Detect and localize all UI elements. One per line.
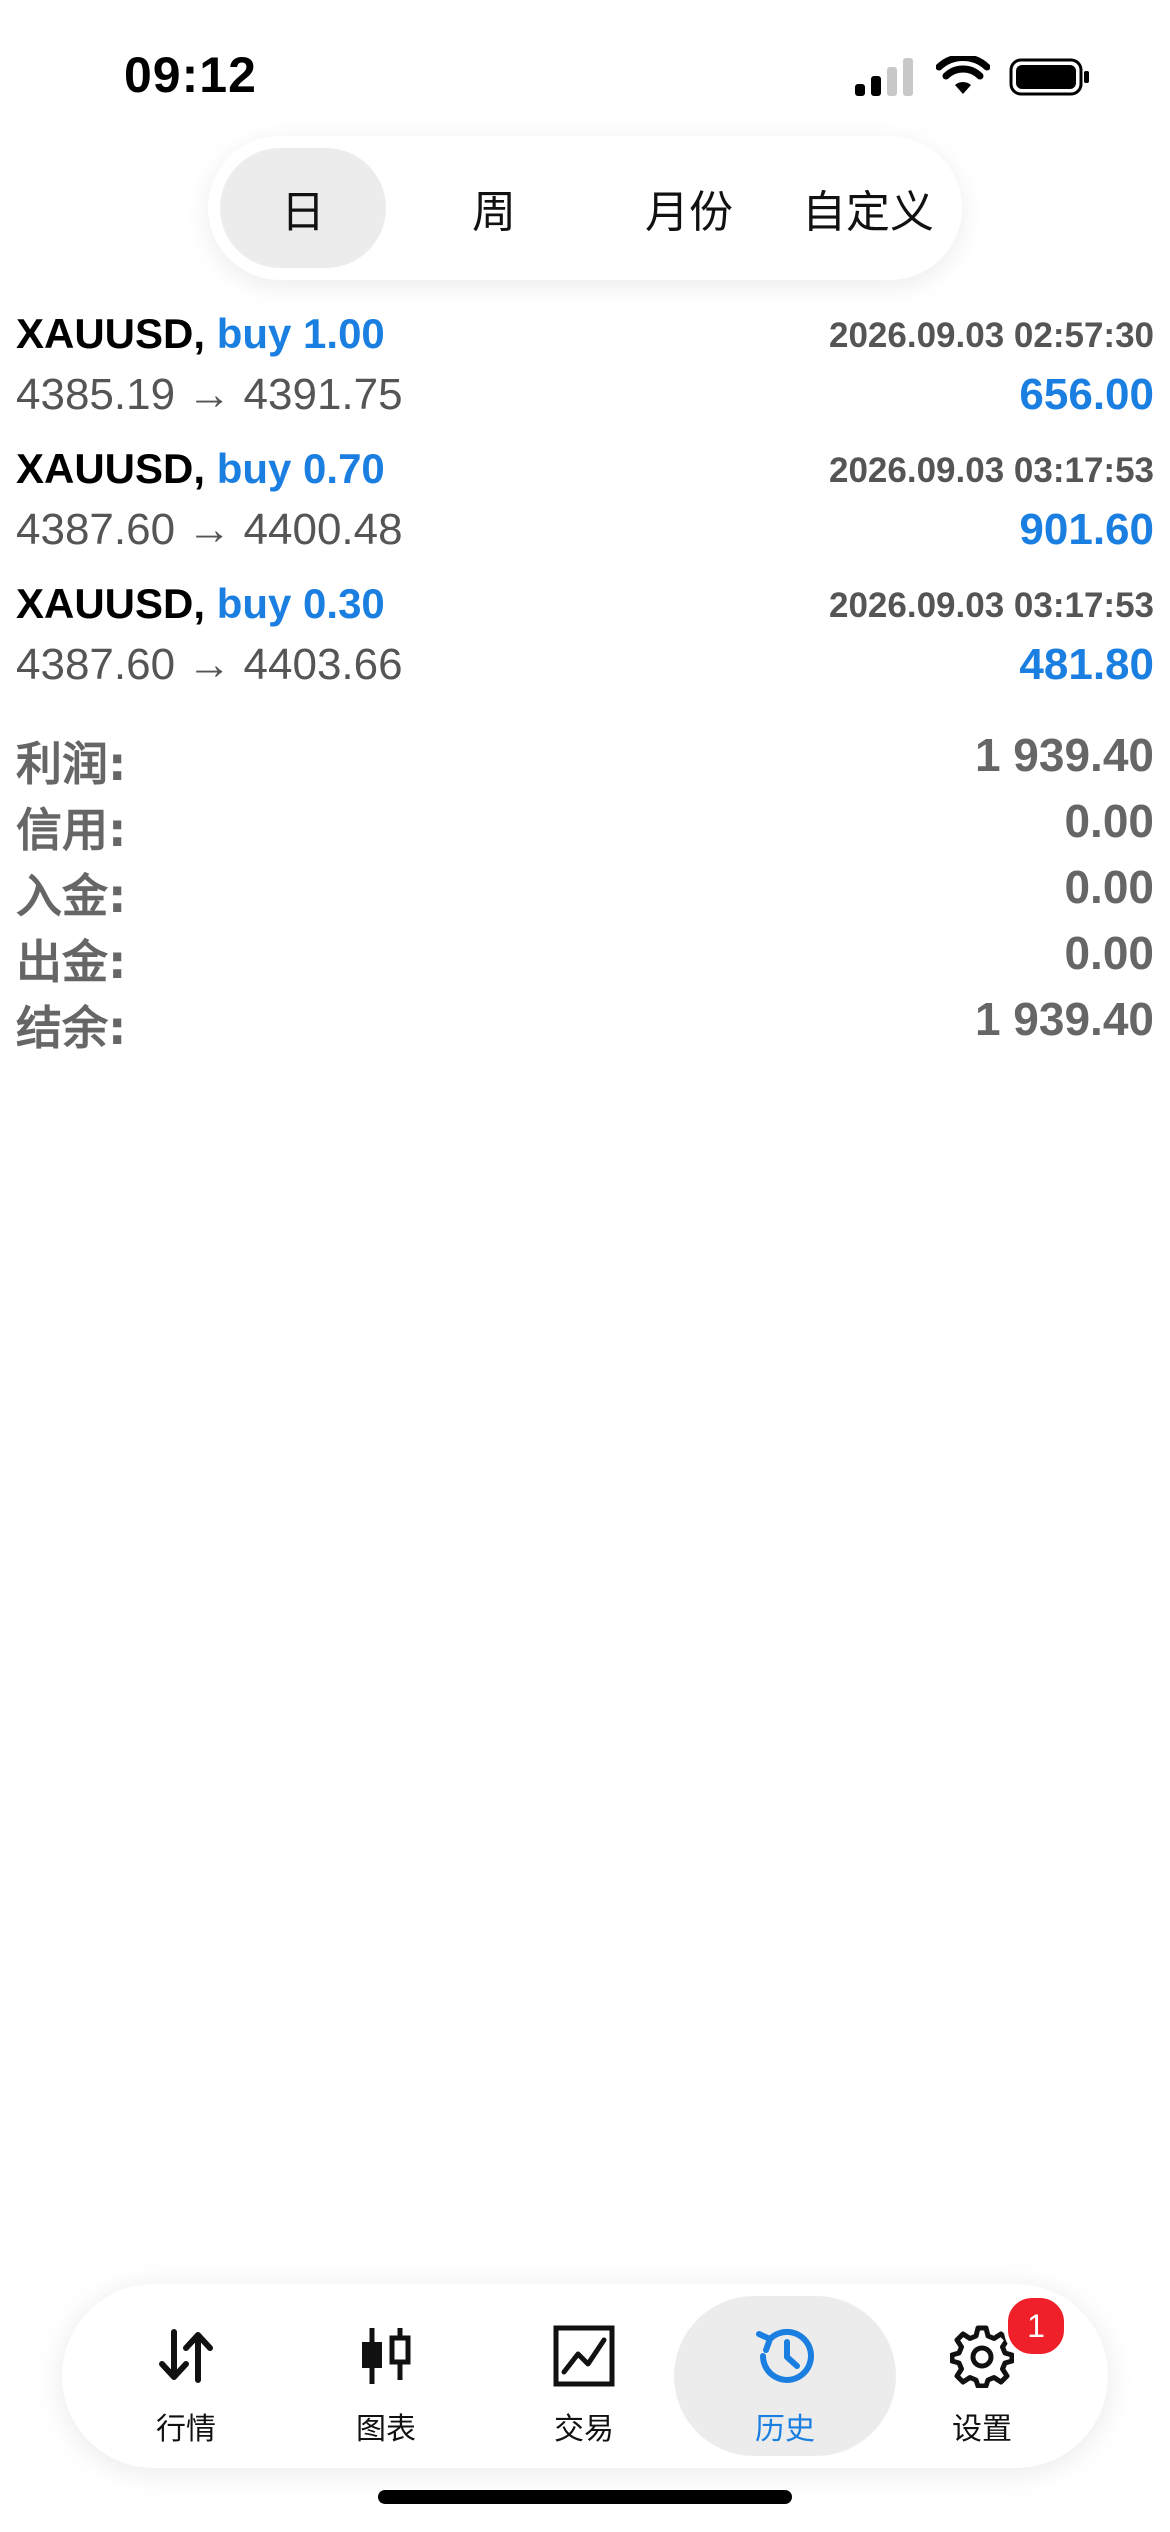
cellular-signal-icon bbox=[855, 58, 913, 96]
notification-badge: 1 bbox=[1004, 2294, 1068, 2358]
account-summary: 利润: 1 939.40 信用: 0.00 入金: 0.00 出金: 0.00 … bbox=[0, 722, 1170, 1055]
tab-week[interactable]: 周 bbox=[404, 148, 584, 268]
deal-symbol: XAUUSD, bbox=[16, 310, 206, 357]
price-arrow: → bbox=[187, 505, 232, 554]
trade-chart-icon bbox=[553, 2325, 615, 2387]
summary-value: 0.00 bbox=[1064, 927, 1154, 979]
deal-time: 2026.09.03 03:17:53 bbox=[829, 586, 1154, 625]
battery-icon bbox=[1009, 58, 1089, 96]
deal-price-close: 4403.66 bbox=[243, 640, 403, 689]
nav-quotes[interactable]: 行情 bbox=[86, 2296, 286, 2456]
deal-symbol: XAUUSD, bbox=[16, 445, 206, 492]
summary-row-credit: 信用: 0.00 bbox=[0, 788, 1170, 857]
deal-time: 2026.09.03 02:57:30 bbox=[829, 316, 1154, 355]
deal-price-open: 4385.19 bbox=[16, 370, 176, 419]
deal-prices: 4385.19 → 4391.75 bbox=[16, 370, 403, 420]
tab-custom[interactable]: 自定义 bbox=[788, 148, 948, 268]
deal-profit: 481.80 bbox=[1019, 640, 1154, 689]
deal-row[interactable]: XAUUSD, buy 1.00 2026.09.03 02:57:30 438… bbox=[0, 300, 1170, 435]
summary-label: 出金: bbox=[16, 935, 127, 989]
status-time: 09:12 bbox=[124, 47, 257, 103]
deal-price-open: 4387.60 bbox=[16, 505, 176, 554]
nav-history[interactable]: 历史 bbox=[674, 2296, 896, 2456]
tab-month[interactable]: 月份 bbox=[594, 148, 784, 268]
deal-price-close: 4400.48 bbox=[243, 505, 403, 554]
deal-volume: 0.30 bbox=[303, 580, 385, 627]
deal-prices: 4387.60 → 4403.66 bbox=[16, 640, 403, 690]
nav-label: 行情 bbox=[156, 2412, 216, 2447]
summary-label: 结余: bbox=[16, 1001, 127, 1055]
summary-row-profit: 利润: 1 939.40 bbox=[0, 722, 1170, 791]
deal-price-close: 4391.75 bbox=[243, 370, 403, 419]
history-clock-icon bbox=[756, 2328, 814, 2383]
nav-label: 交易 bbox=[554, 2412, 614, 2447]
deal-header: XAUUSD, buy 0.30 bbox=[16, 580, 385, 628]
summary-row-deposit: 入金: 0.00 bbox=[0, 854, 1170, 923]
summary-value: 1 939.40 bbox=[974, 993, 1154, 1045]
deal-header: XAUUSD, buy 1.00 bbox=[16, 310, 385, 358]
deal-type: buy bbox=[216, 580, 292, 627]
deal-price-open: 4387.60 bbox=[16, 640, 176, 689]
deal-prices: 4387.60 → 4400.48 bbox=[16, 505, 403, 555]
deal-profit: 901.60 bbox=[1019, 505, 1154, 554]
deal-header: XAUUSD, buy 0.70 bbox=[16, 445, 385, 493]
deal-row[interactable]: XAUUSD, buy 0.70 2026.09.03 03:17:53 438… bbox=[0, 435, 1170, 570]
deal-profit: 656.00 bbox=[1019, 370, 1154, 419]
summary-value: 0.00 bbox=[1064, 795, 1154, 847]
status-bar: 09:12 bbox=[0, 0, 1170, 150]
summary-value: 0.00 bbox=[1064, 861, 1154, 913]
summary-label: 信用: bbox=[16, 803, 127, 857]
deal-type: buy bbox=[216, 310, 292, 357]
nav-label: 图表 bbox=[356, 2412, 416, 2447]
wifi-icon bbox=[936, 56, 990, 94]
summary-label: 利润: bbox=[16, 737, 127, 791]
deal-volume: 0.70 bbox=[303, 445, 385, 492]
nav-trade[interactable]: 交易 bbox=[484, 2296, 684, 2456]
deal-symbol: XAUUSD, bbox=[16, 580, 206, 627]
summary-row-balance: 结余: 1 939.40 bbox=[0, 986, 1170, 1055]
period-selector: 日 周 月份 自定义 bbox=[208, 136, 962, 280]
deal-time: 2026.09.03 03:17:53 bbox=[829, 451, 1154, 490]
tab-day[interactable]: 日 bbox=[220, 148, 386, 268]
deal-type: buy bbox=[216, 445, 292, 492]
nav-label: 历史 bbox=[755, 2412, 815, 2447]
quotes-arrows-icon bbox=[159, 2329, 213, 2383]
deals-list: XAUUSD, buy 1.00 2026.09.03 02:57:30 438… bbox=[0, 300, 1170, 705]
nav-chart[interactable]: 图表 bbox=[286, 2296, 486, 2456]
home-indicator bbox=[378, 2490, 792, 2504]
nav-label: 设置 bbox=[952, 2412, 1012, 2447]
deal-volume: 1.00 bbox=[303, 310, 385, 357]
nav-settings[interactable]: 1 设置 bbox=[882, 2294, 1082, 2456]
summary-row-withdrawal: 出金: 0.00 bbox=[0, 920, 1170, 989]
summary-value: 1 939.40 bbox=[974, 729, 1154, 781]
price-arrow: → bbox=[187, 640, 232, 689]
summary-label: 入金: bbox=[16, 869, 127, 923]
price-arrow: → bbox=[187, 370, 232, 419]
bottom-nav: 行情 图表 交易 历史 1 设置 bbox=[62, 2284, 1108, 2468]
candlestick-chart-icon bbox=[362, 2328, 411, 2384]
deal-row[interactable]: XAUUSD, buy 0.30 2026.09.03 03:17:53 438… bbox=[0, 570, 1170, 705]
